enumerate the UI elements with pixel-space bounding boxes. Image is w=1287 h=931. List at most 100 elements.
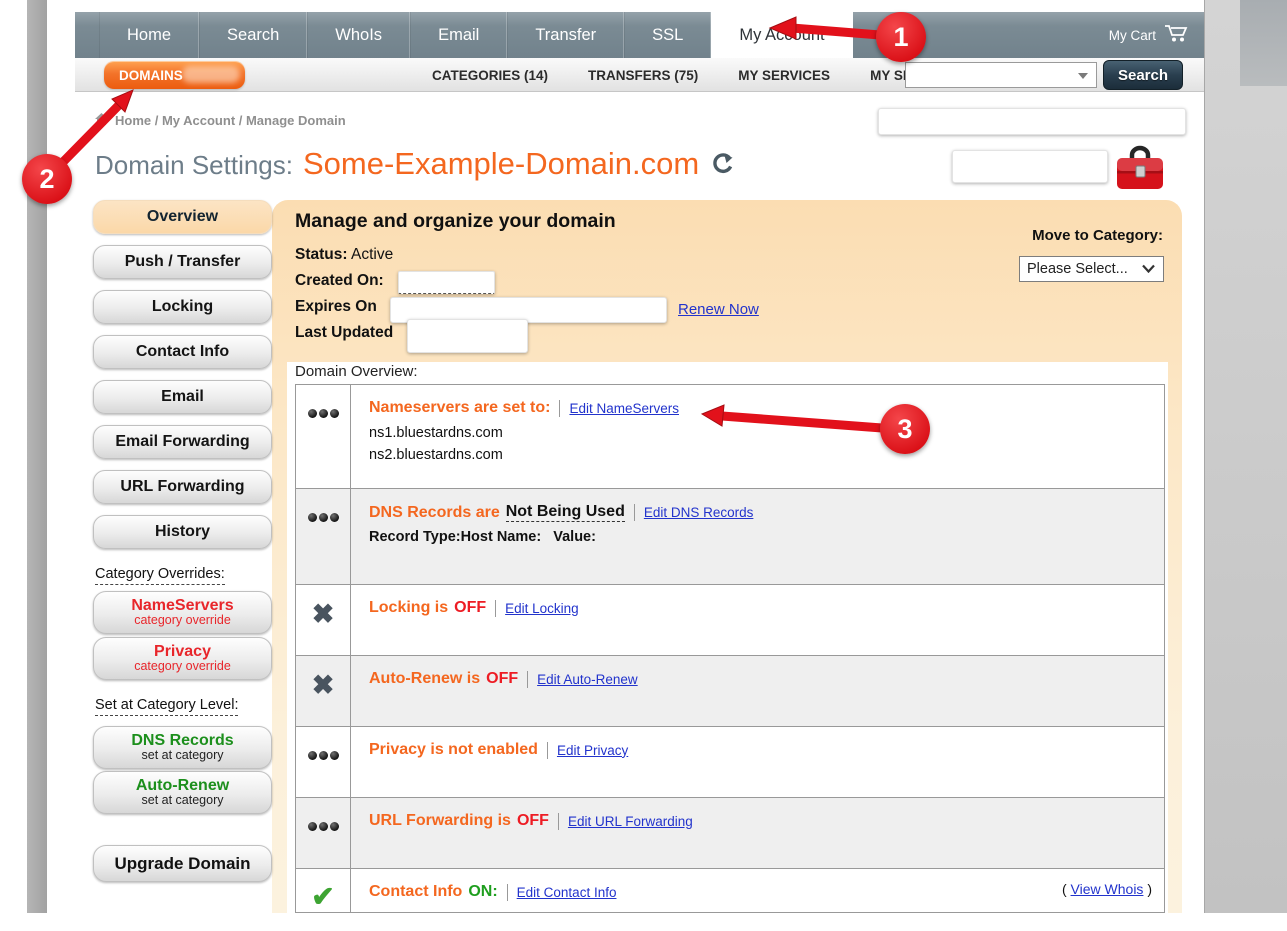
move-to-category-label: Move to Category: [1013,227,1163,244]
sidebar-item-locking[interactable]: Locking [93,290,272,324]
table-row-contact-info: ✔ Contact Info ON: Edit Contact Info ( V… [296,868,1164,913]
row-status: OFF [454,599,486,617]
dns-record-columns: Record Type:Host Name: Value: [369,529,1154,545]
my-cart-label: My Cart [1109,28,1156,43]
domain-overview-label: Domain Overview: [295,363,418,380]
dots-icon [296,385,351,488]
toolbox-icon[interactable] [1114,144,1166,197]
subnav-item-transfers[interactable]: TRANSFERS (75) [588,68,698,83]
tab-home[interactable]: Home [99,12,199,58]
breadcrumb[interactable]: Home / My Account / Manage Domain [95,113,346,128]
top-nav: Home Search WhoIs Email Transfer SSL My … [75,12,1204,58]
category-level-title: Auto-Renew [136,778,229,795]
nameserver-value: ns1.bluestardns.com [369,423,1154,445]
row-title: Auto-Renew is [369,670,480,688]
table-row-locking: ✖ Locking is OFF Edit Locking [296,584,1164,655]
edit-nameservers-link[interactable]: Edit NameServers [569,401,679,416]
sidebar-item-auto-renew-category[interactable]: Auto-Renew set at category [93,771,272,814]
combobox-arrow-icon[interactable] [1078,73,1088,79]
sidebar-item-push-transfer[interactable]: Push / Transfer [93,245,272,279]
step-badge-1: 1 [876,12,926,62]
sidebar-item-email-forwarding[interactable]: Email Forwarding [93,425,272,459]
tab-whois[interactable]: WhoIs [307,12,410,58]
redacted-box [398,271,495,294]
category-overrides-label: Category Overrides: [95,566,225,585]
redacted-blur [182,66,240,83]
left-gutter-bar [27,0,47,913]
divider [547,742,548,759]
dots-icon [296,727,351,797]
category-level-subtitle: set at category [142,749,224,762]
my-cart-button[interactable]: My Cart [1109,12,1188,58]
edit-contact-info-link[interactable]: Edit Contact Info [517,885,617,900]
tab-search[interactable]: Search [199,12,307,58]
edit-privacy-link[interactable]: Edit Privacy [557,743,628,758]
redacted-box [878,108,1186,135]
subnav-item-my-services[interactable]: MY SERVICES [738,68,830,83]
breadcrumb-text: Home / My Account / Manage Domain [115,113,346,128]
dots-icon [296,798,351,868]
tab-transfer[interactable]: Transfer [507,12,624,58]
sidebar-item-overview[interactable]: Overview [93,200,272,234]
search-combobox[interactable] [905,62,1097,88]
override-title: Privacy [154,644,211,661]
divider [527,671,528,688]
row-status: Not Being Used [506,503,625,522]
search-button[interactable]: Search [1103,60,1183,90]
divider [559,400,560,417]
tab-email[interactable]: Email [410,12,507,58]
page-title-domain: Some-Example-Domain.com [303,146,699,182]
category-select-value: Please Select... [1027,261,1128,277]
category-select[interactable]: Please Select... [1019,256,1164,282]
sidebar-item-dns-records-category[interactable]: DNS Records set at category [93,726,272,769]
created-on-label: Created On: [295,272,384,289]
redacted-box [952,150,1108,183]
page-title-prefix: Domain Settings: [95,150,293,181]
cart-icon [1164,24,1188,46]
row-status: OFF [486,670,518,688]
divider [634,504,635,521]
row-status: OFF [517,812,549,830]
sidebar-item-email[interactable]: Email [93,380,272,414]
override-subtitle: category override [134,614,231,627]
table-row-dns-records: DNS Records are Not Being Used Edit DNS … [296,488,1164,584]
edit-url-forwarding-link[interactable]: Edit URL Forwarding [568,814,693,829]
category-level-title: DNS Records [131,733,233,750]
expires-on-label: Expires On [295,298,377,315]
step-badge-2: 2 [22,154,72,204]
sidebar-item-nameservers-override[interactable]: NameServers category override [93,591,272,634]
override-subtitle: category override [134,660,231,673]
upgrade-domain-button[interactable]: Upgrade Domain [93,845,272,882]
divider [495,600,496,617]
edit-auto-renew-link[interactable]: Edit Auto-Renew [537,672,638,687]
sub-nav: DOMAINS CATEGORIES (14) TRANSFERS (75) M… [75,58,1204,92]
subnav-item-categories[interactable]: CATEGORIES (14) [432,68,548,83]
subnav-item-domains[interactable]: DOMAINS [104,61,245,89]
right-page-margin [1204,0,1287,913]
page-title: Domain Settings: Some-Example-Domain.com [95,146,733,182]
sidebar-item-url-forwarding[interactable]: URL Forwarding [93,470,272,504]
dots-icon [296,489,351,584]
category-level-subtitle: set at category [142,794,224,807]
sidebar-item-contact-info[interactable]: Contact Info [93,335,272,369]
status-label: Status: [295,246,348,263]
edit-locking-link[interactable]: Edit Locking [505,601,579,616]
set-at-category-label: Set at Category Level: [95,697,238,716]
tab-my-account[interactable]: My Account [711,5,852,58]
tab-ssl[interactable]: SSL [624,12,711,58]
divider [507,884,508,901]
home-icon [95,113,108,128]
edit-dns-records-link[interactable]: Edit DNS Records [644,505,754,520]
check-icon: ✔ [296,869,351,913]
last-updated-label: Last Updated [295,324,393,341]
nameserver-value: ns2.bluestardns.com [369,445,1154,467]
view-whois-link[interactable]: View Whois [1071,881,1144,897]
refresh-icon[interactable] [709,152,733,181]
renew-now-link[interactable]: Renew Now [678,301,759,318]
status-value: Active [351,246,393,263]
status-line: Status: Active [295,246,393,264]
sidebar-item-privacy-override[interactable]: Privacy category override [93,637,272,680]
view-whois-note: ( View Whois ) [1062,881,1152,897]
sidebar-item-history[interactable]: History [93,515,272,549]
chevron-down-icon [1142,261,1155,277]
